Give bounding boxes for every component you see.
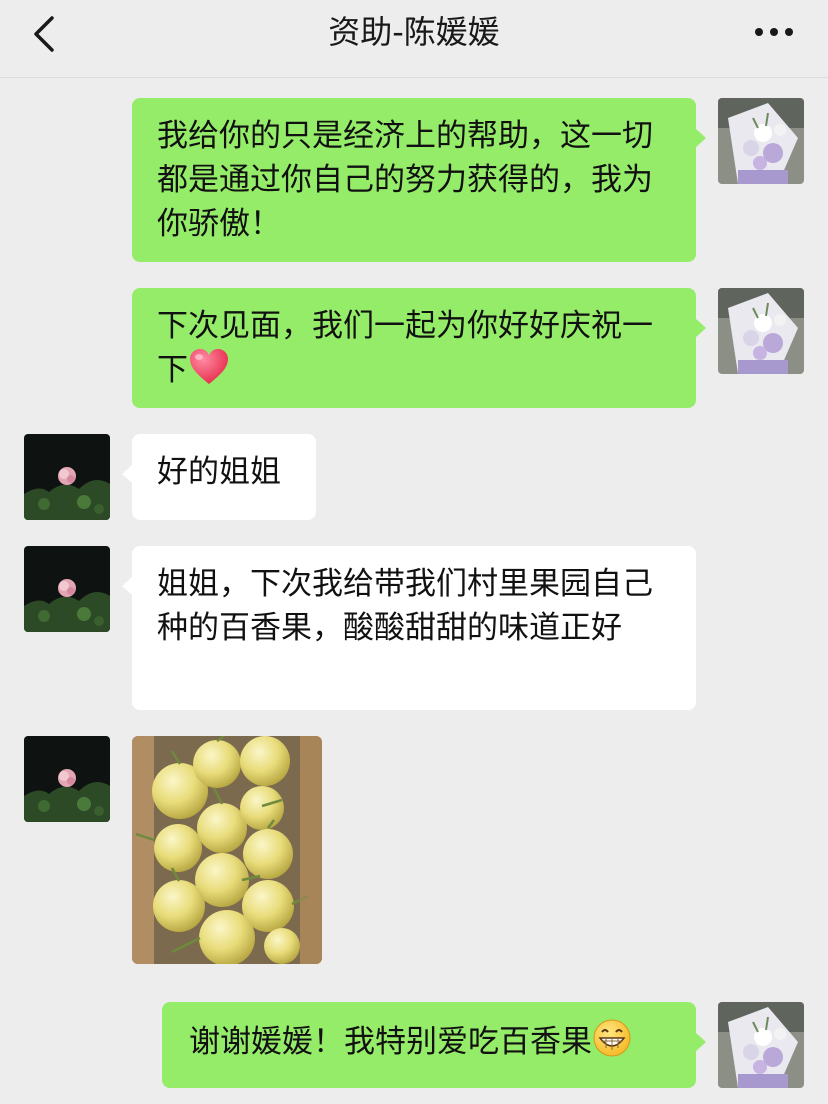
message-bubble-sent[interactable]: 谢谢媛媛！我特别爱吃百香果	[162, 1002, 706, 1088]
message-text: 谢谢媛媛！我特别爱吃百香果	[189, 1024, 592, 1060]
message-image-passion-fruit[interactable]	[132, 736, 322, 964]
message-bubble-sent[interactable]: 我给你的只是经济上的帮助，这一切都是通过你自己的努力获得的，我为你骄傲！	[132, 98, 706, 262]
my-avatar[interactable]	[718, 288, 804, 374]
message-bubble-received[interactable]: 姐姐，下次我给带我们村里果园自己种的百香果，酸酸甜甜的味道正好	[122, 546, 696, 710]
heart-icon	[188, 348, 230, 398]
more-dots-icon	[755, 28, 793, 36]
contact-avatar[interactable]	[24, 546, 110, 632]
message-text: 姐姐，下次我给带我们村里果园自己种的百香果，酸酸甜甜的味道正好	[157, 566, 653, 646]
message-bubble-sent[interactable]: 下次见面，我们一起为你好好庆祝一下	[132, 288, 706, 408]
chat-header: 资助-陈媛媛	[0, 0, 828, 78]
my-avatar[interactable]	[718, 98, 804, 184]
message-text: 下次见面，我们一起为你好好庆祝一下	[157, 308, 653, 388]
message-text: 我给你的只是经济上的帮助，这一切都是通过你自己的努力获得的，我为你骄傲！	[157, 118, 653, 242]
grinning-face-icon	[592, 1018, 632, 1070]
contact-avatar[interactable]	[24, 434, 110, 520]
my-avatar[interactable]	[718, 1002, 804, 1088]
contact-avatar[interactable]	[24, 736, 110, 822]
message-bubble-received[interactable]: 好的姐姐	[122, 434, 316, 520]
chat-title: 资助-陈媛媛	[328, 13, 500, 51]
message-text: 好的姐姐	[157, 454, 281, 490]
more-button[interactable]	[754, 24, 794, 40]
